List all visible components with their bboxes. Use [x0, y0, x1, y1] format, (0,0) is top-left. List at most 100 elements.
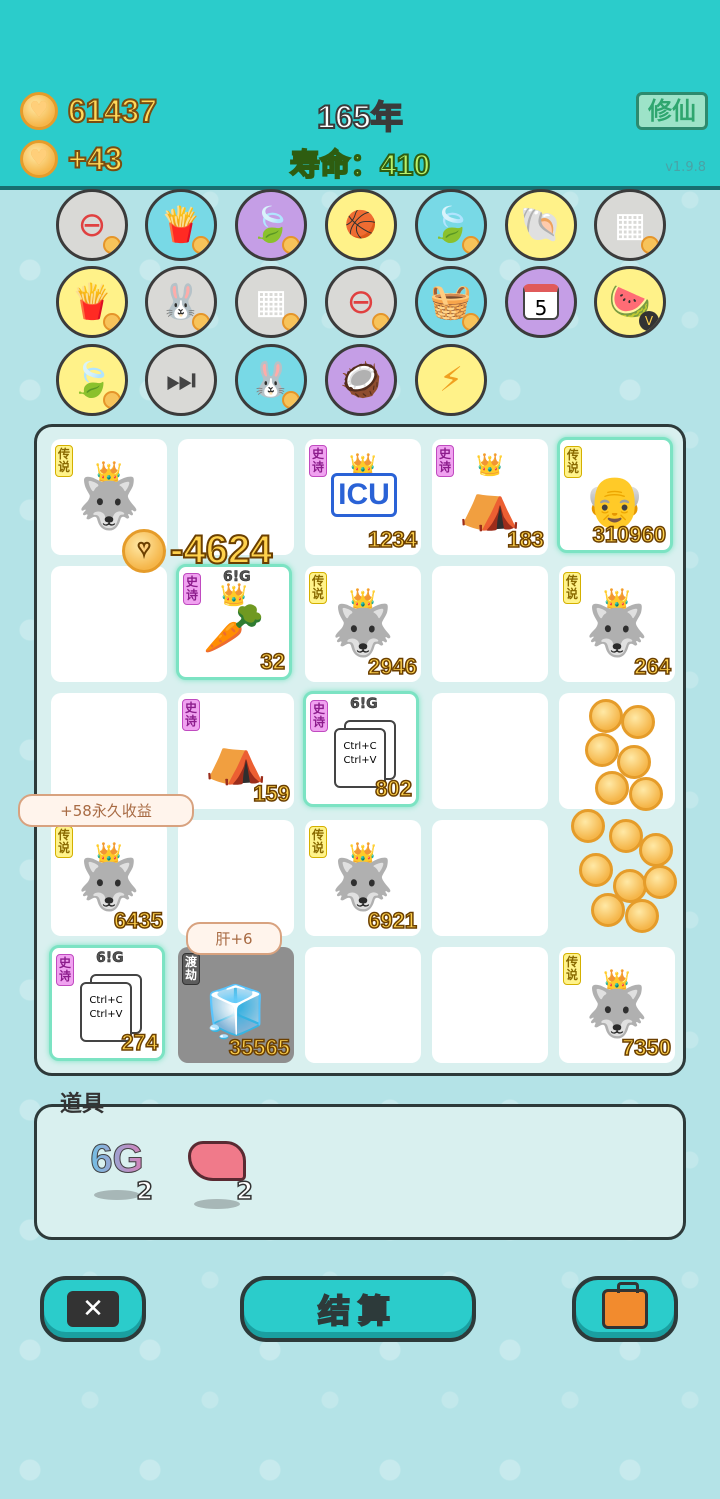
- cell-count: 274: [121, 1029, 159, 1056]
- cubes-icon[interactable]: ▦: [594, 189, 666, 261]
- icu-icon: ICU: [331, 473, 397, 517]
- legend-tag: 传说: [55, 445, 73, 477]
- legend-tag: 传说: [309, 826, 327, 858]
- cell-count: 802: [375, 775, 413, 802]
- husky-icon: 🐺: [77, 474, 141, 533]
- board-cell-empty[interactable]: [51, 566, 167, 682]
- legend-tag: 传说: [309, 572, 327, 604]
- balls-icon[interactable]: 🏀: [325, 189, 397, 261]
- board-cell-empty[interactable]: [432, 566, 548, 682]
- board-cell-coins-spill[interactable]: [559, 820, 675, 936]
- board-cell[interactable]: 6!G 史诗 Ctrl+C Ctrl+V 274: [49, 945, 165, 1061]
- leaf-icon[interactable]: 🍃: [415, 189, 487, 261]
- minus-circle-icon[interactable]: ⊖: [56, 189, 128, 261]
- husky-icon: 🐺: [331, 601, 395, 660]
- board-cell-empty[interactable]: [305, 947, 421, 1063]
- briefcase-icon: [602, 1282, 648, 1329]
- carrot-icon: 🥕: [202, 599, 266, 658]
- items-panel: 6G 2 2: [34, 1104, 686, 1240]
- board-cell[interactable]: 传说 👑 🐺 6435: [51, 820, 167, 936]
- board-cell-empty[interactable]: [432, 947, 548, 1063]
- coin-loss-value: -4624: [169, 527, 273, 573]
- fries-icon[interactable]: 🍟: [145, 189, 217, 261]
- board-cell[interactable]: 6!G 史诗 👑 🥕 32: [176, 564, 292, 680]
- fruit-plate-icon[interactable]: 🍉 V: [594, 266, 666, 338]
- fries-icon[interactable]: 🍟: [56, 266, 128, 338]
- bag-button[interactable]: [572, 1276, 678, 1342]
- board-cell[interactable]: 史诗 👑 ⛺ 183: [432, 439, 548, 555]
- cubes-icon[interactable]: ▦: [235, 266, 307, 338]
- vip-badge: V: [639, 311, 659, 331]
- cell-count: 6435: [113, 907, 163, 934]
- board-cell-empty[interactable]: [432, 820, 548, 936]
- rabbit-tent-icon: ⛺: [458, 474, 522, 533]
- card-line2: Ctrl+V: [343, 755, 377, 766]
- close-button[interactable]: ✕: [40, 1276, 146, 1342]
- card-line2: Ctrl+V: [89, 1009, 123, 1020]
- rabbit-icon[interactable]: 🐰: [145, 266, 217, 338]
- epic-tag: 史诗: [309, 445, 327, 477]
- board-cell[interactable]: 传说 👑 🐺 264: [559, 566, 675, 682]
- cell-count: 35565: [228, 1034, 291, 1061]
- card-line1: Ctrl+C: [89, 995, 123, 1006]
- settle-button[interactable]: 结算: [240, 1276, 476, 1342]
- item-count: 2: [136, 1176, 154, 1206]
- xiuxian-button[interactable]: 修仙: [636, 92, 708, 130]
- lifespan-display: 寿命：410: [289, 148, 431, 183]
- board-cell[interactable]: 传说 👴 310960: [557, 437, 673, 553]
- husky-icon: 🐺: [77, 855, 141, 914]
- board-cell[interactable]: 史诗 👑 ICU 1234: [305, 439, 421, 555]
- husky-icon: 🐺: [585, 982, 649, 1041]
- year-display: 165年: [316, 98, 403, 136]
- skip-icon[interactable]: ⏭: [145, 344, 217, 416]
- board-cell-dujie[interactable]: 渡劫 🧊 35565: [178, 947, 294, 1063]
- board-cell[interactable]: 6!G 史诗 Ctrl+C Ctrl+V 802: [303, 691, 419, 807]
- calendar-icon[interactable]: 5: [505, 266, 577, 338]
- version-label: v1.9.8: [665, 160, 706, 175]
- epic-tag: 史诗: [436, 445, 454, 477]
- fruit-basket-icon[interactable]: 🧺: [415, 266, 487, 338]
- close-icon: ✕: [67, 1291, 119, 1327]
- board-cell[interactable]: 传说 👑 🐺 6921: [305, 820, 421, 936]
- fridge-icon: 🧊: [204, 982, 268, 1041]
- minus-circle-icon[interactable]: ⊖: [325, 266, 397, 338]
- board-cell-empty[interactable]: [432, 693, 548, 809]
- rabbit-tent-icon: ⛺: [204, 728, 268, 787]
- epic-tag: 史诗: [182, 699, 200, 731]
- board-cell[interactable]: 传说 👑 🐺 2946: [305, 566, 421, 682]
- rabbit-icon[interactable]: 🐰: [235, 344, 307, 416]
- shell-icon[interactable]: 🐚: [505, 189, 577, 261]
- board-cell[interactable]: 传说 👑 🐺 7350: [559, 947, 675, 1063]
- board-cell-empty[interactable]: [178, 820, 294, 936]
- board-cell[interactable]: 史诗 ⛺ 159: [178, 693, 294, 809]
- cell-count: 264: [634, 653, 672, 680]
- liver-icon: [188, 1141, 246, 1181]
- epic-tag: 史诗: [183, 573, 201, 605]
- cell-count: 310960: [592, 521, 667, 548]
- 6g-item-icon: 6G: [77, 1137, 157, 1182]
- cell-count: 6921: [367, 907, 417, 934]
- top-header: 61437 +43 165年 寿命：410 修仙 v1.9.8: [0, 0, 720, 190]
- leaf-icon[interactable]: 🍃: [56, 344, 128, 416]
- settle-label: 结算: [317, 1291, 398, 1331]
- floating-coin-loss: -4624: [122, 527, 273, 573]
- lightning-icon[interactable]: ⚡: [415, 344, 487, 416]
- dujie-tag: 渡劫: [182, 953, 200, 985]
- item-6g[interactable]: 6G 2: [77, 1137, 157, 1227]
- board-cell-coins[interactable]: [559, 693, 677, 933]
- liver-bonus-bubble: 肝+6: [186, 922, 282, 955]
- item-count: 2: [236, 1176, 254, 1206]
- cell-count: 7350: [621, 1034, 671, 1061]
- cell-count: 183: [507, 526, 545, 553]
- game-board: 传说 👑 🐺 史诗 👑 ICU 1234 史诗 👑 ⛺ 183 传说 👴 310…: [34, 424, 686, 1076]
- leaf-icon[interactable]: 🍃: [235, 189, 307, 261]
- permanent-income-bubble: +58永久收益: [18, 794, 194, 827]
- 6g-label: 6!G: [96, 950, 124, 967]
- coin-icon: [122, 528, 166, 573]
- item-liver[interactable]: 2: [177, 1137, 257, 1227]
- mask-icon[interactable]: 🥥: [325, 344, 397, 416]
- cell-count: 2946: [367, 653, 417, 680]
- husky-icon: 🐺: [585, 601, 649, 660]
- epic-tag: 史诗: [310, 700, 328, 732]
- board-cell-empty[interactable]: [51, 693, 167, 809]
